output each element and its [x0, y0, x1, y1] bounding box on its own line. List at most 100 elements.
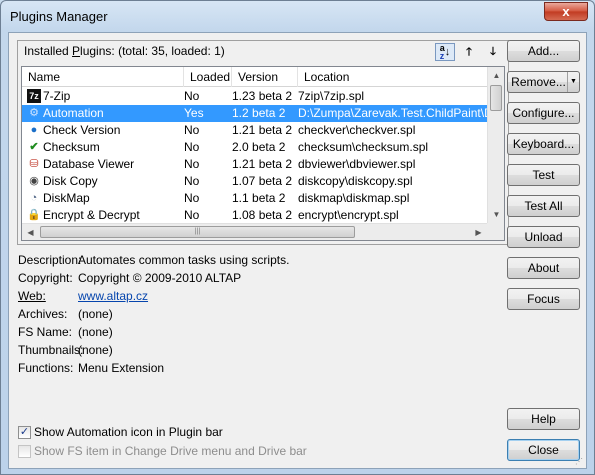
column-header-loaded[interactable]: Loaded: [184, 67, 232, 87]
diskmap-icon: ◔: [30, 192, 38, 204]
copyright-value: Copyright © 2009-2010 ALTAP: [78, 271, 242, 285]
plugin-location: 7zip\7zip.spl: [298, 89, 365, 103]
unload-button[interactable]: Unload: [507, 226, 580, 248]
title-bar[interactable]: Plugins Manager x: [1, 1, 594, 31]
remove-split-button[interactable]: Remove... ▼: [507, 71, 580, 93]
scroll-left-icon[interactable]: ◀: [22, 224, 39, 240]
remove-button-label: Remove...: [511, 75, 566, 89]
plugin-rows: 7z 7-Zip No 1.23 beta 2 7zip\7zip.spl ⚙ Au…: [22, 88, 487, 224]
show-plugin-bar-label: Show Automation icon in Plugin bar: [34, 425, 223, 439]
plugin-version: 1.2 beta 2: [232, 106, 286, 120]
checkmark-icon: ✔: [29, 141, 39, 153]
vertical-scrollbar[interactable]: ▲ ▼: [487, 67, 504, 223]
window-title: Plugins Manager: [10, 9, 108, 24]
plugin-location: checkver\checkver.spl: [298, 123, 416, 137]
description-value: Automates common tasks using scripts.: [78, 253, 290, 267]
dialog-client: Installed Plugins: (total: 35, loaded: 1…: [8, 32, 587, 469]
focus-button[interactable]: Focus: [507, 288, 580, 310]
plugins-manager-window: Plugins Manager x Installed Plugins: (to…: [0, 0, 595, 475]
add-button[interactable]: Add...: [507, 40, 580, 62]
move-up-arrow-icon[interactable]: 🡑: [459, 43, 479, 61]
fsname-label: FS Name:: [18, 325, 73, 339]
plugin-name: Database Viewer: [43, 157, 135, 171]
functions-value: Menu Extension: [78, 361, 165, 375]
thumbnails-value: (none): [78, 343, 113, 357]
table-row[interactable]: ● Check Version No 1.21 beta 2 checkver\c…: [22, 122, 487, 139]
plugin-version: 1.08 beta 2: [232, 208, 293, 222]
web-link[interactable]: www.altap.cz: [78, 287, 148, 305]
lock-icon: 🔒: [27, 209, 41, 221]
table-row[interactable]: ✔ Checksum No 2.0 beta 2 checksum\checksu…: [22, 139, 487, 156]
plugin-location: D:\Zumpa\Zarevak.Test.ChildPaint\De: [298, 106, 487, 120]
plugin-name: Automation: [43, 106, 104, 120]
plugin-location: diskmap\diskmap.spl: [298, 191, 410, 205]
test-all-button[interactable]: Test All: [507, 195, 580, 217]
fsname-value: (none): [78, 325, 113, 339]
thumbnails-label: Thumbnails:: [18, 343, 84, 357]
plugin-version: 1.21 beta 2: [232, 123, 293, 137]
chevron-down-icon[interactable]: ▼: [567, 72, 579, 92]
table-row[interactable]: ◉ Disk Copy No 1.07 beta 2 diskcopy\diskc…: [22, 173, 487, 190]
scroll-corner: [487, 223, 504, 240]
plugin-version: 2.0 beta 2: [232, 140, 286, 154]
database-icon: ⛁: [29, 158, 39, 170]
table-row[interactable]: 7z 7-Zip No 1.23 beta 2 7zip\7zip.spl: [22, 88, 487, 105]
plugin-name: Checksum: [43, 140, 100, 154]
plugin-loaded: No: [184, 89, 200, 103]
table-row[interactable]: ◔ DiskMap No 1.1 beta 2 diskmap\diskmap.s…: [22, 190, 487, 207]
vertical-scroll-thumb[interactable]: [490, 85, 502, 111]
plugin-loaded: No: [184, 157, 200, 171]
plugin-name: 7-Zip: [43, 89, 71, 103]
show-fs-item-label: Show FS item in Change Drive menu and Dr…: [34, 444, 307, 458]
plugin-loaded: No: [184, 123, 200, 137]
horizontal-scrollbar[interactable]: ◀ ||| ▶: [22, 223, 487, 240]
description-label: Description:: [18, 253, 82, 267]
horizontal-scroll-thumb[interactable]: |||: [40, 226, 355, 238]
archives-value: (none): [78, 307, 113, 321]
plugin-loaded: No: [184, 208, 200, 222]
globe-icon: ●: [30, 124, 38, 136]
gear-icon: ⚙: [29, 107, 39, 119]
web-label: Web:: [18, 289, 46, 303]
about-button[interactable]: About: [507, 257, 580, 279]
list-header: Name Loaded Version Location: [22, 67, 487, 87]
disk-icon: ◉: [29, 175, 39, 187]
resize-grip-icon[interactable]: ⋰: [575, 457, 585, 467]
installed-plugins-group: Installed Plugins: (total: 35, loaded: 1…: [17, 40, 509, 245]
installed-plugins-label: Installed Plugins: (total: 35, loaded: 1…: [24, 44, 225, 58]
plugin-location: dbviewer\dbviewer.spl: [298, 157, 416, 171]
plugin-name: Disk Copy: [43, 174, 98, 188]
scroll-down-icon[interactable]: ▼: [488, 206, 504, 223]
plugins-list[interactable]: Name Loaded Version Location 7z 7-Zip No …: [21, 66, 505, 241]
close-button[interactable]: Close: [507, 439, 580, 461]
plugin-version: 1.23 beta 2: [232, 89, 293, 103]
plugin-loaded: No: [184, 174, 200, 188]
7z-icon: 7z: [27, 89, 41, 103]
scroll-right-icon[interactable]: ▶: [470, 224, 487, 240]
column-header-name[interactable]: Name: [22, 67, 184, 87]
configure-button[interactable]: Configure...: [507, 102, 580, 124]
help-button[interactable]: Help: [507, 408, 580, 430]
close-window-button[interactable]: x: [544, 2, 588, 21]
scroll-up-icon[interactable]: ▲: [488, 67, 504, 84]
plugin-name: Encrypt & Decrypt: [43, 208, 140, 222]
plugin-location: checksum\checksum.spl: [298, 140, 429, 154]
table-row[interactable]: ⛁ Database Viewer No 1.21 beta 2 dbviewer…: [22, 156, 487, 173]
column-header-version[interactable]: Version: [232, 67, 298, 87]
plugin-location: diskcopy\diskcopy.spl: [298, 174, 413, 188]
keyboard-button[interactable]: Keyboard...: [507, 133, 580, 155]
move-down-arrow-icon[interactable]: 🡓: [483, 43, 503, 61]
show-plugin-bar-checkbox[interactable]: ✓: [18, 426, 31, 439]
plugin-version: 1.07 beta 2: [232, 174, 293, 188]
test-button[interactable]: Test: [507, 164, 580, 186]
sort-alphabetical-icon[interactable]: a z ↓: [435, 43, 455, 61]
plugin-name: Check Version: [43, 123, 121, 137]
column-header-location[interactable]: Location: [298, 67, 487, 87]
table-row[interactable]: 🔒 Encrypt & Decrypt No 1.08 beta 2 encryp…: [22, 207, 487, 224]
archives-label: Archives:: [18, 307, 68, 321]
plugin-loaded: No: [184, 191, 200, 205]
table-row-selected[interactable]: ⚙ Automation Yes 1.2 beta 2 D:\Zumpa\Zare…: [22, 105, 487, 122]
plugin-loaded: No: [184, 140, 200, 154]
plugin-loaded: Yes: [184, 106, 204, 120]
show-fs-item-checkbox: [18, 445, 31, 458]
